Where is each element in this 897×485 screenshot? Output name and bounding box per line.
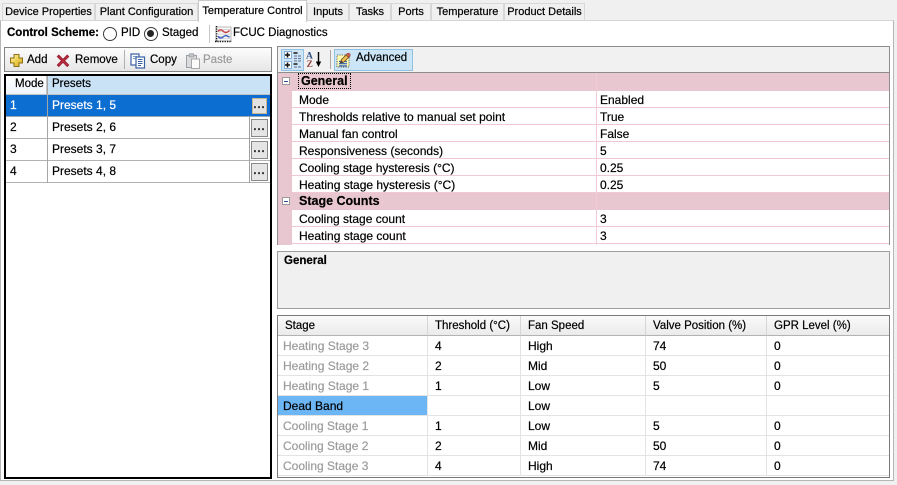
svg-text:Z: Z	[307, 60, 313, 68]
